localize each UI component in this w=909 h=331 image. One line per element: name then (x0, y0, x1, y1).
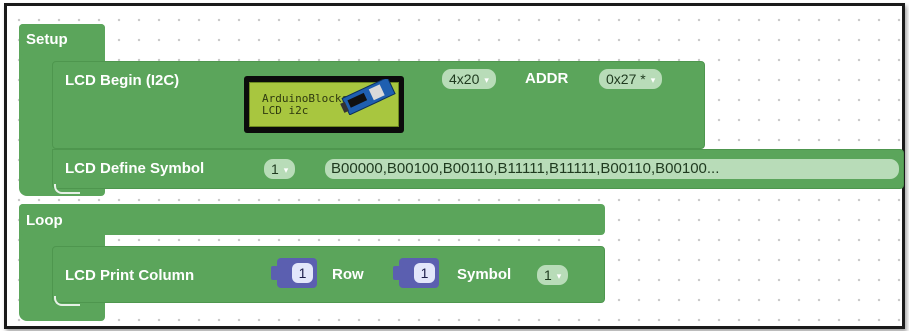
symbol-pattern-field[interactable]: B00000,B00100,B00110,B11111,B11111,B0011… (325, 159, 899, 179)
loop-label: Loop (26, 212, 63, 229)
column-number-field[interactable]: 1 (292, 263, 313, 283)
print-symbol-dropdown[interactable]: 1 ▾ (537, 265, 569, 285)
lcd-size-value: 4x20 (449, 71, 480, 87)
lcd-define-symbol-label: LCD Define Symbol (65, 160, 205, 177)
chevron-down-icon: ▾ (650, 75, 656, 85)
value-connector (271, 266, 281, 280)
row-label: Row (332, 266, 364, 283)
symbol-label: Symbol (457, 266, 512, 283)
chevron-down-icon: ▾ (484, 75, 489, 85)
define-symbol-value: 1 (271, 161, 279, 177)
chevron-down-icon: ▾ (283, 165, 289, 175)
i2c-adapter-icon (340, 79, 396, 115)
column-number-block[interactable]: 1 (271, 258, 317, 288)
setup-block-header[interactable]: Setup (19, 24, 105, 55)
lcd-print-block[interactable]: LCD Print Column (52, 246, 605, 303)
workspace-canvas[interactable]: Setup LCD Begin (I2C) ArduinoBlocks LCD … (4, 3, 905, 329)
symbol-pattern-value: B00000,B00100,B00110,B11111,B11111,B0011… (331, 160, 720, 177)
row-number-block[interactable]: 1 (393, 258, 439, 288)
row-number-field[interactable]: 1 (414, 263, 435, 283)
lcd-begin-label: LCD Begin (I2C) (65, 72, 180, 89)
lcd-image-text-line2: LCD i2c (262, 104, 309, 117)
lcd-print-label: LCD Print Column (65, 267, 195, 284)
print-symbol-value: 1 (544, 267, 552, 283)
addr-value: 0x27 * (606, 71, 646, 87)
addr-dropdown[interactable]: 0x27 * ▾ (599, 69, 663, 89)
addr-label: ADDR (525, 70, 569, 87)
lcd-size-dropdown[interactable]: 4x20 ▾ (442, 69, 496, 89)
loop-block-header[interactable]: Loop (19, 204, 605, 235)
statement-connector (54, 296, 80, 306)
lcd-screen: ArduinoBlocks LCD i2c (249, 79, 399, 127)
chevron-down-icon: ▾ (556, 271, 562, 281)
define-symbol-dropdown[interactable]: 1 ▾ (264, 159, 296, 179)
value-connector (393, 266, 403, 280)
setup-label: Setup (26, 31, 68, 48)
lcd-i2c-module-image: ArduinoBlocks LCD i2c (244, 76, 404, 133)
statement-connector (54, 184, 80, 194)
